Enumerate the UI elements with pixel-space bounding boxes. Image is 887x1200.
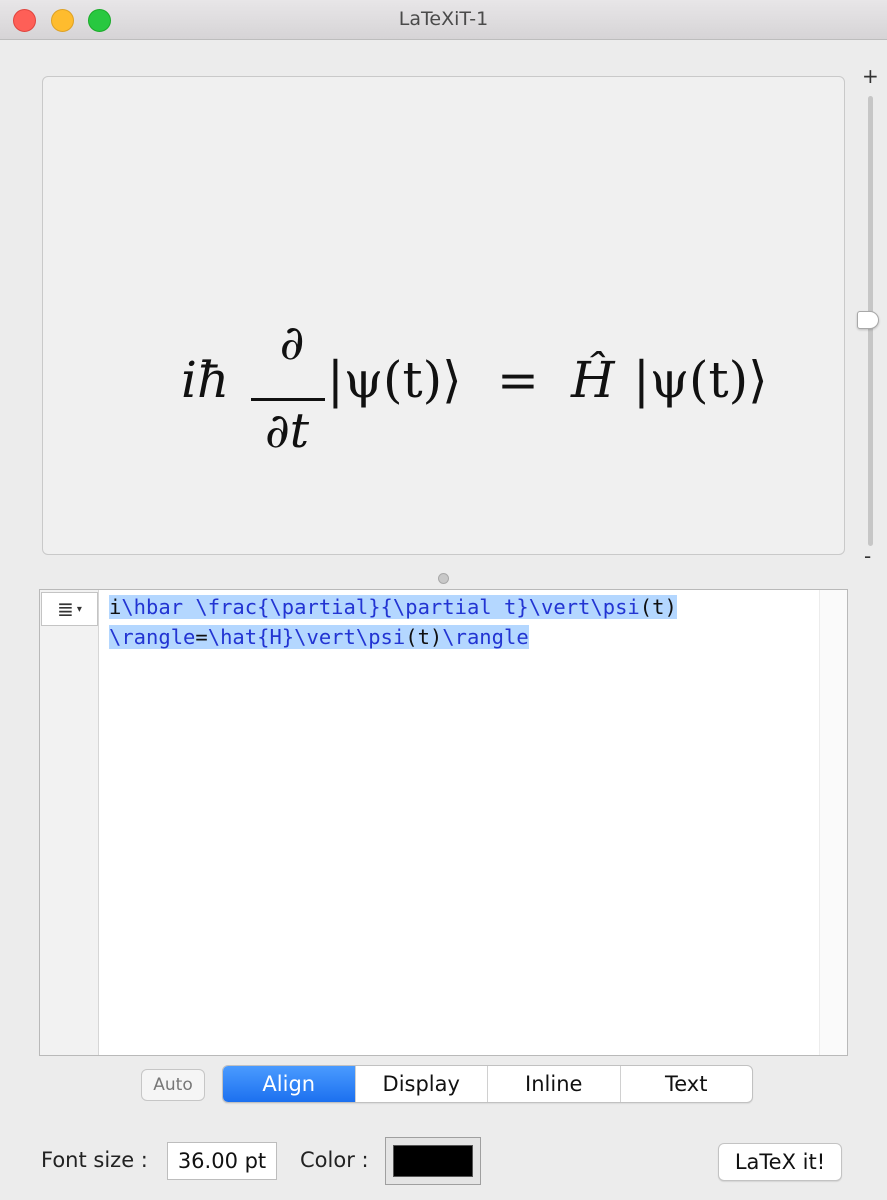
latex-it-button[interactable]: LaTeX it! [718,1143,842,1181]
latex-mode-segmented-control[interactable]: Align Display Inline Text [222,1065,753,1103]
source-token: = [195,625,208,649]
zoom-out-icon[interactable]: - [864,544,871,568]
source-token: i [109,595,122,619]
font-size-label: Font size : [41,1148,148,1172]
selected-text: \rangle=\hat{H}\vert\psi(t)\rangle [109,625,529,649]
source-token: \partial [269,595,369,619]
source-token: \rangle [442,625,529,649]
source-token [183,595,195,619]
source-token: \vert [528,595,591,619]
source-token: (t) [639,595,677,619]
source-token: \vert [294,625,356,649]
mode-inline[interactable]: Inline [487,1066,620,1102]
auto-mode-button[interactable]: Auto [141,1069,205,1101]
formula-preview[interactable]: iħ ∂ ∂t |ψ(t)⟩ = Ĥ |ψ(t)⟩ [42,76,845,555]
source-token: \partial [392,595,492,619]
rendered-formula: iħ ∂ ∂t |ψ(t)⟩ = Ĥ |ψ(t)⟩ [181,315,821,477]
source-token: {H} [257,625,295,649]
source-token: \frac [195,595,258,619]
selected-text: i\hbar \frac{\partial}{\partial t}\vert\… [109,595,677,619]
split-view-handle[interactable] [438,573,449,584]
source-token: \hat [207,625,258,649]
source-token: (t) [405,625,443,649]
zoom-slider-thumb[interactable] [857,311,879,329]
fraction-bar [251,398,325,401]
source-token: t} [491,595,529,619]
list-icon: ≣ [57,597,74,621]
mode-align[interactable]: Align [223,1066,355,1102]
mode-display[interactable]: Display [354,1066,488,1102]
font-size-field[interactable]: 36.00 pt [167,1142,277,1180]
zoom-in-icon[interactable]: + [862,64,879,88]
formula-equals: = [497,351,539,409]
source-line-1: i\hbar \frac{\partial}{\partial t}\vert\… [109,592,809,622]
source-token: \psi [590,595,640,619]
formula-ihbar: iħ [181,351,230,409]
editor-scrollbar[interactable] [819,590,847,1055]
source-token: { [257,595,270,619]
formula-hamiltonian: Ĥ [571,351,615,409]
source-token: \rangle [109,625,196,649]
latex-source-text[interactable]: i\hbar \frac{\partial}{\partial t}\vert\… [109,592,809,652]
source-token: }{ [368,595,393,619]
source-line-2: \rangle=\hat{H}\vert\psi(t)\rangle [109,622,809,652]
color-swatch [393,1145,473,1177]
formula-ket-left: |ψ(t)⟩ [327,351,462,409]
color-label: Color : [300,1148,369,1172]
source-token: \hbar [121,595,184,619]
formula-ket-right: |ψ(t)⟩ [633,351,768,409]
window-title: LaTeXiT-1 [398,8,489,30]
latex-source-editor[interactable]: ≣ ▾ i\hbar \frac{\partial}{\partial t}\v… [39,589,848,1056]
formula-denominator: ∂t [264,403,310,459]
formula-numerator: ∂ [279,315,305,371]
color-well[interactable] [385,1137,481,1185]
chevron-down-icon: ▾ [76,603,82,615]
editor-menu-button[interactable]: ≣ ▾ [41,592,98,626]
source-token: \psi [355,625,406,649]
mode-text[interactable]: Text [619,1066,753,1102]
title-bar: LaTeXiT-1 [0,0,887,40]
editor-gutter: ≣ ▾ [40,590,99,1055]
